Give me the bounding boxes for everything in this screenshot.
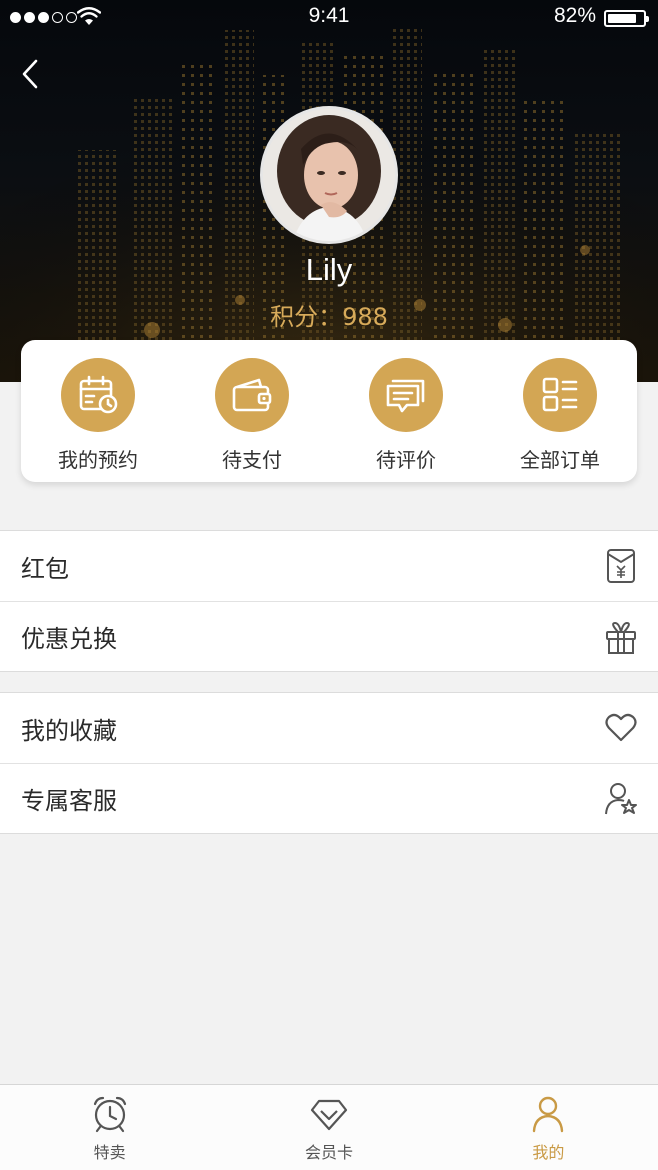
tab-sale[interactable]: 特卖	[0, 1085, 219, 1170]
gift-icon	[606, 621, 636, 654]
user-name: Lily	[305, 252, 353, 287]
menu-item-customer-service[interactable]: 专属客服	[0, 763, 658, 833]
menu-item-red-packet[interactable]: 红包	[0, 531, 658, 601]
menu-item-label: 我的收藏	[21, 716, 117, 745]
tab-label: 我的	[532, 1143, 565, 1162]
diamond-icon	[310, 1099, 348, 1131]
tab-membership-card[interactable]: 会员卡	[219, 1085, 438, 1170]
pending-payment-button[interactable]: 待支付	[175, 340, 329, 482]
points-balance: 积分：988	[270, 303, 388, 331]
avatar-photo	[263, 109, 395, 241]
alarm-clock-icon	[93, 1096, 126, 1133]
order-label: 待支付	[222, 448, 282, 472]
battery-icon	[604, 10, 649, 27]
person-icon	[533, 1096, 564, 1133]
menu-item-favorites[interactable]: 我的收藏	[0, 693, 658, 763]
menu-item-label: 专属客服	[21, 787, 117, 815]
bottom-tab-bar: 特卖 会员卡 我的	[0, 1084, 658, 1170]
order-label: 待评价	[376, 448, 436, 472]
my-appointments-button[interactable]: 我的预约	[21, 340, 175, 482]
user-star-icon	[605, 782, 637, 814]
order-shortcuts-card: 我的预约 待支付 待评价 全部订单	[21, 340, 637, 482]
order-label: 全部订单	[520, 448, 600, 472]
battery-percent: 82%	[553, 4, 596, 27]
avatar[interactable]	[260, 106, 398, 244]
tab-label: 特卖	[93, 1143, 126, 1162]
menu-item-label: 优惠兑换	[21, 625, 117, 653]
calendar-clock-icon	[61, 358, 135, 432]
order-label: 我的预约	[58, 448, 138, 472]
pending-review-button[interactable]: 待评价	[329, 340, 483, 482]
wallet-icon	[215, 358, 289, 432]
tab-mine[interactable]: 我的	[439, 1085, 658, 1170]
menu-group-wallet: 红包 优惠兑换	[0, 530, 658, 672]
all-orders-button[interactable]: 全部订单	[483, 340, 637, 482]
list-icon	[523, 358, 597, 432]
status-bar: 9:41 82%	[0, 0, 658, 36]
menu-group-services: 我的收藏 专属客服	[0, 692, 658, 834]
tab-label: 会员卡	[304, 1143, 353, 1162]
menu-item-coupon-exchange[interactable]: 优惠兑换	[0, 601, 658, 671]
heart-icon	[605, 713, 637, 742]
profile-header: 9:41 82% Lily 积分：988	[0, 0, 658, 382]
menu-item-label: 红包	[21, 554, 69, 583]
back-button[interactable]	[16, 56, 46, 92]
comment-icon	[369, 358, 443, 432]
red-packet-icon	[607, 549, 635, 583]
